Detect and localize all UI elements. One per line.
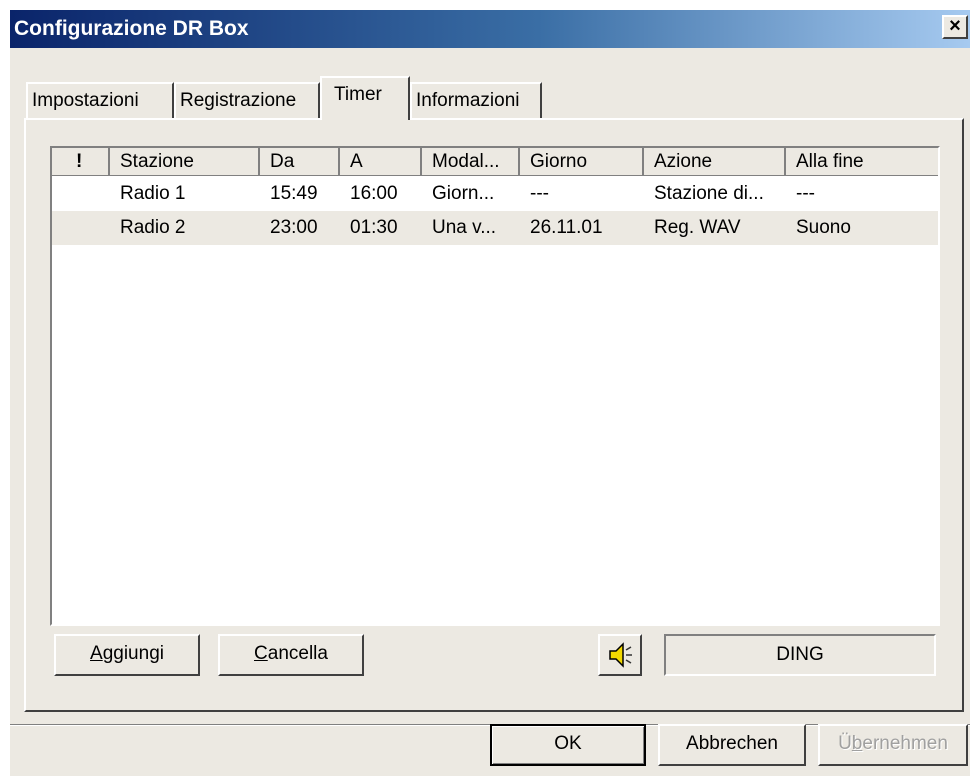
column-header-flag[interactable]: !	[52, 148, 110, 176]
cell-stazione: Radio 2	[120, 217, 186, 238]
table-row[interactable]: Radio 2 23:00 01:30 Una v... 26.11.01 Re…	[52, 211, 938, 245]
column-header-a[interactable]: A	[340, 148, 422, 176]
cancel-button[interactable]: Abbrechen	[658, 724, 806, 766]
sound-button[interactable]	[598, 634, 642, 676]
apply-button: Übernehmen	[818, 724, 968, 766]
window-title: Configurazione DR Box	[14, 17, 249, 40]
column-header-alla-fine[interactable]: Alla fine	[786, 148, 938, 176]
list-header: ! Stazione Da A Modal... Giorno Azione A…	[52, 148, 938, 176]
tab-timer[interactable]: Timer	[320, 76, 410, 120]
cell-giorno: 26.11.01	[530, 217, 603, 238]
sound-name-field: DING	[664, 634, 936, 676]
column-header-azione[interactable]: Azione	[644, 148, 786, 176]
cell-a: 16:00	[350, 183, 398, 204]
cell-da: 15:49	[270, 183, 318, 204]
cell-alla-fine: ---	[796, 183, 815, 204]
cell-modalita: Una v...	[432, 217, 497, 238]
tab-label: Registrazione	[180, 90, 297, 111]
cell-da: 23:00	[270, 217, 318, 238]
add-button[interactable]: Aggiungi	[54, 634, 200, 676]
title-bar[interactable]: Configurazione DR Box ×	[10, 10, 970, 48]
tab-label: Informazioni	[416, 90, 520, 111]
cell-alla-fine: Suono	[796, 217, 851, 238]
tab-label: Impostazioni	[32, 90, 139, 111]
close-icon: ×	[949, 15, 961, 37]
cell-modalita: Giorn...	[432, 183, 495, 204]
cell-stazione: Radio 1	[120, 183, 186, 204]
cell-a: 01:30	[350, 217, 398, 238]
tab-impostazioni[interactable]: Impostazioni	[26, 82, 174, 118]
sound-name: DING	[776, 644, 824, 665]
close-button[interactable]: ×	[942, 15, 968, 39]
tab-registrazione[interactable]: Registrazione	[174, 82, 320, 118]
cell-giorno: ---	[530, 183, 549, 204]
cell-azione: Stazione di...	[654, 183, 764, 204]
timer-list[interactable]: ! Stazione Da A Modal... Giorno Azione A…	[50, 146, 940, 626]
dialog-window: Configurazione DR Box × Impostazioni Reg…	[10, 10, 970, 776]
tab-informazioni[interactable]: Informazioni	[410, 82, 542, 118]
column-header-stazione[interactable]: Stazione	[110, 148, 260, 176]
cell-azione: Reg. WAV	[654, 217, 741, 238]
delete-button[interactable]: Cancella	[218, 634, 364, 676]
table-row[interactable]: Radio 1 15:49 16:00 Giorn... --- Stazion…	[52, 177, 938, 211]
ok-button[interactable]: OK	[490, 724, 646, 766]
column-header-da[interactable]: Da	[260, 148, 340, 176]
column-header-modalita[interactable]: Modal...	[422, 148, 520, 176]
tab-label: Timer	[334, 84, 382, 105]
column-header-giorno[interactable]: Giorno	[520, 148, 644, 176]
speaker-icon	[609, 642, 632, 668]
